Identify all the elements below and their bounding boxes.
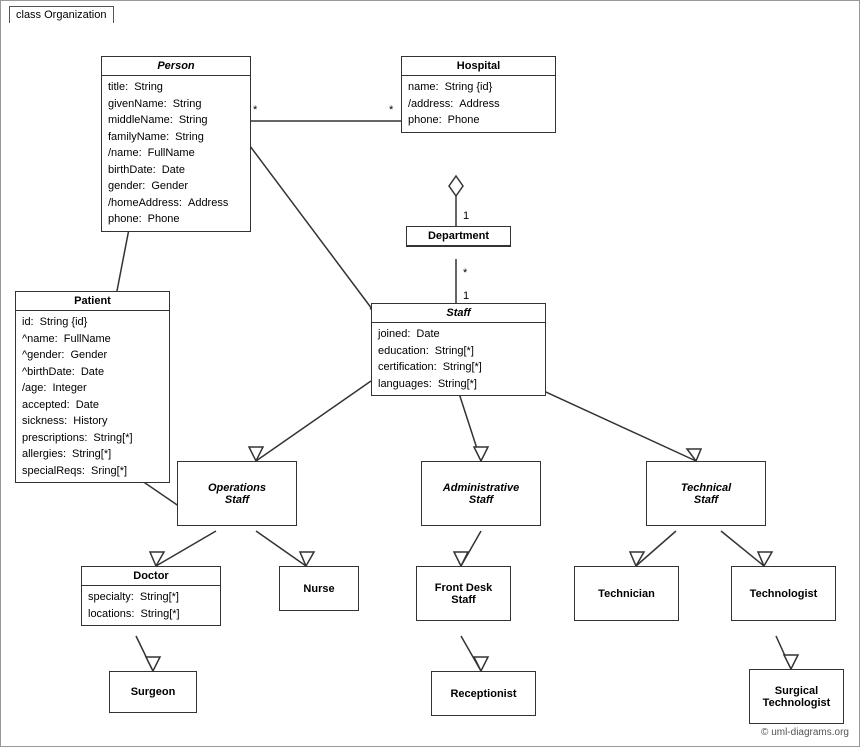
person-attrs: title:String givenName:String middleName…	[102, 76, 250, 231]
department-title: Department	[407, 227, 510, 246]
person-title: Person	[102, 57, 250, 76]
technical-staff-box: TechnicalStaff	[646, 461, 766, 526]
administrative-staff-box: AdministrativeStaff	[421, 461, 541, 526]
patient-title: Patient	[16, 292, 169, 311]
surgical-technologist-title: SurgicalTechnologist	[755, 679, 839, 715]
doctor-title: Doctor	[82, 567, 220, 586]
staff-box: Staff joined:Date education:String[*] ce…	[371, 303, 546, 396]
front-desk-staff-title: Front DeskStaff	[427, 576, 500, 612]
nurse-box: Nurse	[279, 566, 359, 611]
diagram-container: class Organization * * 1 * 1	[0, 0, 860, 747]
front-desk-staff-box: Front DeskStaff	[416, 566, 511, 621]
doctor-box: Doctor specialty:String[*] locations:Str…	[81, 566, 221, 626]
technician-title: Technician	[590, 582, 663, 606]
patient-attrs: id:String {id} ^name:FullName ^gender:Ge…	[16, 311, 169, 482]
operations-staff-title: OperationsStaff	[200, 476, 274, 512]
diagram-label: class Organization	[9, 6, 114, 23]
svg-text:1: 1	[463, 290, 469, 302]
svg-text:*: *	[253, 104, 258, 116]
hospital-title: Hospital	[402, 57, 555, 76]
copyright-text: © uml-diagrams.org	[761, 727, 849, 738]
surgeon-box: Surgeon	[109, 671, 197, 713]
operations-staff-box: OperationsStaff	[177, 461, 297, 526]
patient-box: Patient id:String {id} ^name:FullName ^g…	[15, 291, 170, 483]
hospital-box: Hospital name:String {id} /address:Addre…	[401, 56, 556, 133]
technologist-title: Technologist	[742, 582, 826, 606]
receptionist-title: Receptionist	[442, 682, 524, 706]
svg-text:*: *	[389, 104, 394, 116]
person-box: Person title:String givenName:String mid…	[101, 56, 251, 232]
technician-box: Technician	[574, 566, 679, 621]
hospital-attrs: name:String {id} /address:Address phone:…	[402, 76, 555, 132]
surgical-technologist-box: SurgicalTechnologist	[749, 669, 844, 724]
surgeon-title: Surgeon	[123, 680, 184, 704]
administrative-staff-title: AdministrativeStaff	[435, 476, 527, 512]
svg-text:1: 1	[463, 210, 469, 222]
staff-title: Staff	[372, 304, 545, 323]
technical-staff-title: TechnicalStaff	[673, 476, 739, 512]
technologist-box: Technologist	[731, 566, 836, 621]
doctor-attrs: specialty:String[*] locations:String[*]	[82, 586, 220, 625]
nurse-title: Nurse	[295, 577, 342, 601]
svg-text:*: *	[463, 267, 468, 279]
department-box: Department	[406, 226, 511, 247]
receptionist-box: Receptionist	[431, 671, 536, 716]
staff-attrs: joined:Date education:String[*] certific…	[372, 323, 545, 395]
